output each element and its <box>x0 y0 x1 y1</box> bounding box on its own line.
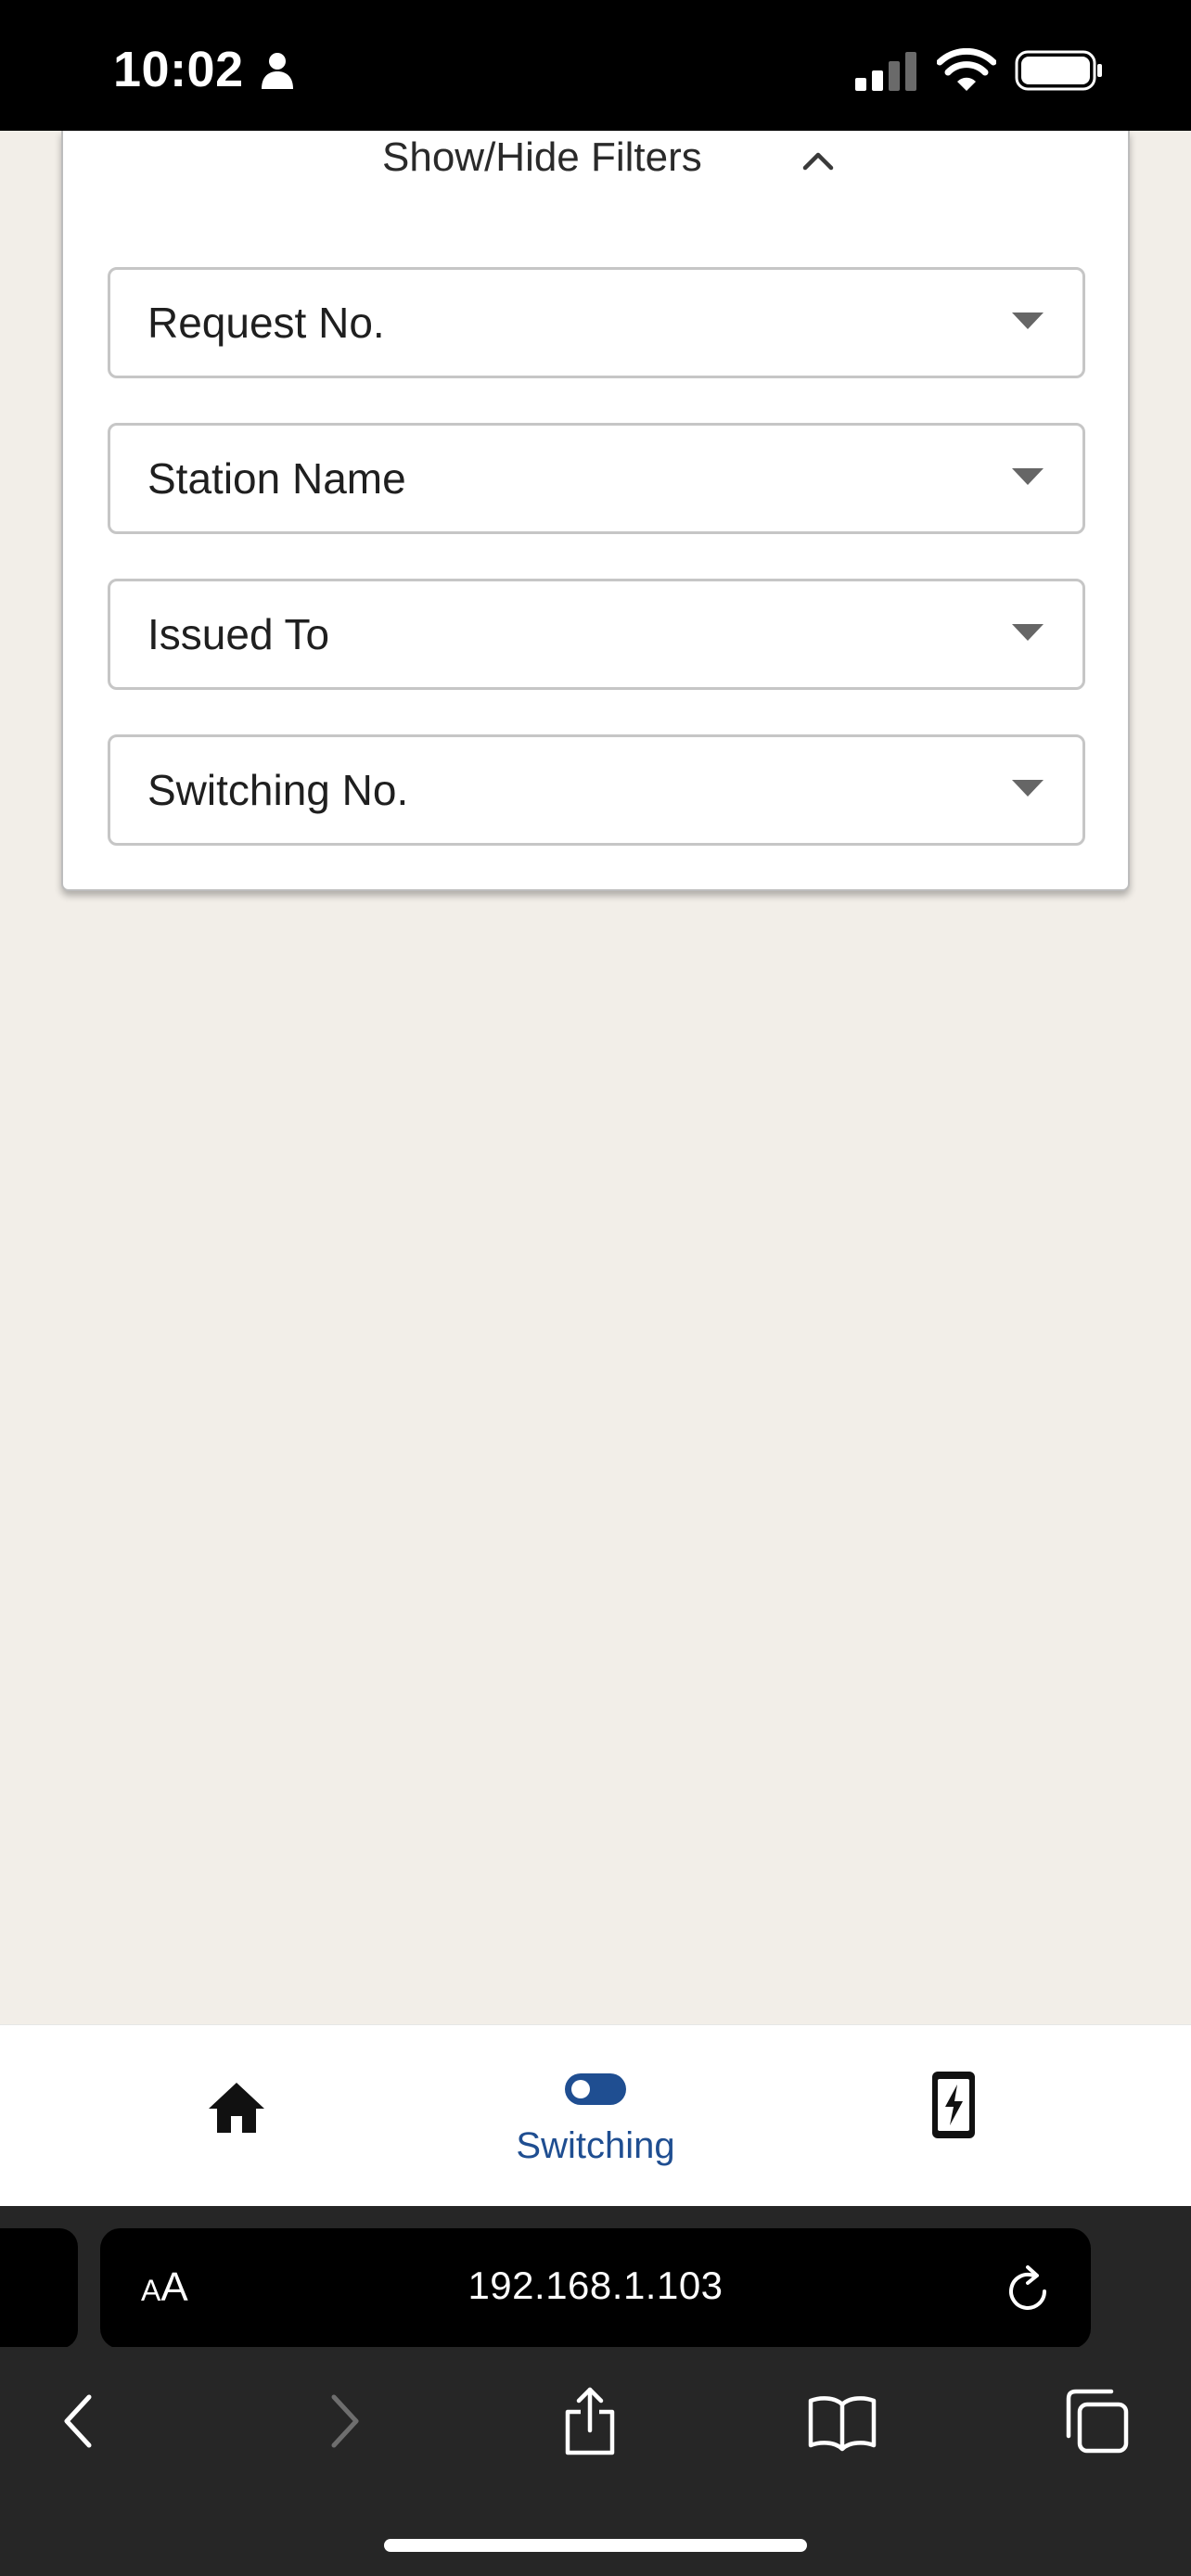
back-icon[interactable] <box>46 2386 117 2456</box>
reload-icon[interactable] <box>1004 2264 1054 2315</box>
status-bar: 10:02 <box>0 0 1191 131</box>
wifi-icon <box>937 48 996 91</box>
person-icon <box>262 53 293 89</box>
browser-address-bar: AA 192.168.1.103 <box>0 2206 1191 2349</box>
station-name-select[interactable]: Station Name <box>108 423 1085 534</box>
caret-down-icon <box>1012 780 1044 797</box>
tabs-icon[interactable] <box>1061 2386 1132 2456</box>
caret-down-icon <box>1012 312 1044 329</box>
bottom-navigation: Switching <box>0 2024 1191 2206</box>
filter-panel: Show/Hide Filters Request No. Station Na… <box>61 131 1130 891</box>
toggle-switch-icon <box>565 2073 626 2105</box>
chevron-up-icon <box>802 152 834 171</box>
nav-switching[interactable]: Switching <box>456 2025 735 2207</box>
battery-icon <box>1015 50 1102 91</box>
issued-to-select[interactable]: Issued To <box>108 579 1085 690</box>
issued-to-label: Issued To <box>147 610 330 658</box>
charging-device-icon <box>932 2072 975 2138</box>
switching-no-select[interactable]: Switching No. <box>108 734 1085 846</box>
url-text: 192.168.1.103 <box>467 2264 724 2307</box>
request-no-label: Request No. <box>147 299 385 347</box>
filters-toggle-label: Show/Hide Filters <box>382 134 702 180</box>
forward-icon[interactable] <box>306 2386 377 2456</box>
bookmarks-icon[interactable] <box>807 2386 877 2456</box>
cellular-signal-icon <box>855 52 916 91</box>
caret-down-icon <box>1012 468 1044 485</box>
nav-charging-device[interactable] <box>814 2025 1093 2207</box>
url-field[interactable]: AA 192.168.1.103 <box>100 2228 1091 2349</box>
show-hide-filters-toggle[interactable]: Show/Hide Filters <box>63 131 1128 192</box>
switching-no-label: Switching No. <box>147 766 409 814</box>
nav-switching-label: Switching <box>516 2125 675 2166</box>
previous-tab-preview[interactable] <box>0 2228 78 2349</box>
home-indicator <box>384 2539 807 2552</box>
station-name-label: Station Name <box>147 454 406 503</box>
status-time: 10:02 <box>113 42 244 97</box>
share-icon[interactable] <box>555 2386 625 2456</box>
home-icon <box>209 2083 264 2133</box>
request-no-select[interactable]: Request No. <box>108 267 1085 378</box>
caret-down-icon <box>1012 624 1044 641</box>
nav-home[interactable] <box>97 2025 376 2207</box>
